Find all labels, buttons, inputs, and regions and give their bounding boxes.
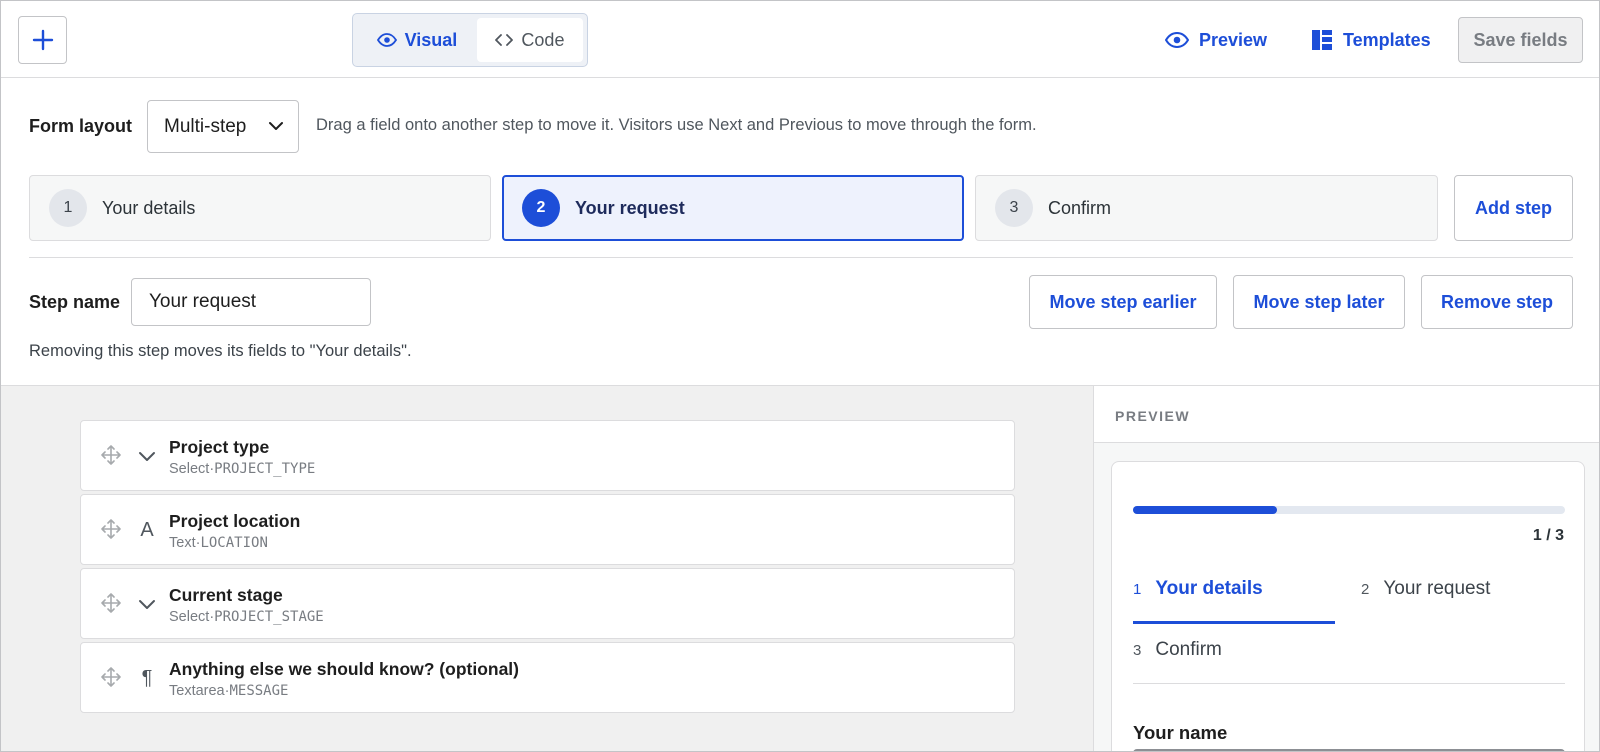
code-mode-button[interactable]: Code — [476, 18, 583, 62]
field-type: Select — [169, 461, 210, 477]
field-type: Textarea — [169, 683, 225, 699]
drag-handle-icon[interactable] — [101, 593, 121, 613]
preview-panel: PREVIEW 1 / 3 1 Your details 2 Your requ… — [1093, 385, 1599, 751]
preview-title: PREVIEW — [1115, 408, 1191, 424]
step-tab-1[interactable]: 1 Your details — [29, 175, 491, 241]
preview-field-label: Your name — [1133, 722, 1228, 743]
remove-step-help: Removing this step moves its fields to "… — [29, 342, 412, 360]
progress-fill — [1133, 506, 1277, 514]
field-meta: Select · PROJECT_TYPE — [169, 461, 315, 477]
preview-tab-label: Confirm — [1155, 639, 1222, 660]
field-name: Project location — [169, 511, 301, 531]
field-key: LOCATION — [200, 535, 268, 551]
field-meta: Select · PROJECT_STAGE — [169, 609, 324, 625]
plus-icon — [32, 29, 53, 51]
active-tab-indicator — [1133, 621, 1335, 624]
preview-tab-number: 3 — [1133, 642, 1142, 659]
field-key: PROJECT_TYPE — [214, 461, 316, 477]
form-layout-value: Multi-step — [164, 115, 247, 137]
step-number: 3 — [995, 189, 1033, 227]
step-label: Your details — [102, 197, 196, 218]
drag-handle-icon[interactable] — [101, 667, 121, 687]
remove-step-button[interactable]: Remove step — [1421, 275, 1573, 329]
divider — [1133, 683, 1565, 684]
visual-mode-button[interactable]: Visual — [357, 18, 477, 62]
paragraph-icon: ¶ — [141, 666, 153, 689]
move-step-earlier-button[interactable]: Move step earlier — [1029, 275, 1217, 329]
field-name: Project type — [169, 437, 270, 457]
chevron-down-icon — [269, 122, 283, 130]
field-type: Select — [169, 609, 210, 625]
form-builder-window: Visual Code Preview Templates Save field… — [0, 0, 1600, 752]
preview-header: PREVIEW — [1094, 386, 1599, 443]
field-card[interactable]: ¶ Anything else we should know? (optiona… — [80, 642, 1015, 713]
add-step-button[interactable]: Add step — [1454, 175, 1573, 241]
preview-tab-your-details[interactable]: 1 Your details — [1133, 578, 1263, 600]
eye-icon — [376, 33, 397, 47]
fields-canvas: Project type Select · PROJECT_TYPE A Pro… — [1, 385, 1093, 751]
form-layout-label: Form layout — [29, 116, 133, 136]
templates-button[interactable]: Templates — [1311, 23, 1431, 57]
field-key: PROJECT_STAGE — [214, 609, 324, 625]
templates-icon — [1312, 30, 1332, 50]
form-layout-help: Drag a field onto another step to move i… — [316, 116, 1037, 134]
step-number: 2 — [522, 189, 560, 227]
mode-switch: Visual Code — [352, 13, 588, 67]
field-type: Text — [169, 535, 196, 551]
divider — [29, 257, 1573, 258]
field-meta: Text · LOCATION — [169, 535, 268, 551]
preview-tab-confirm[interactable]: 3 Confirm — [1133, 639, 1222, 661]
field-card[interactable]: Project type Select · PROJECT_TYPE — [80, 420, 1015, 491]
step-number: 1 — [49, 189, 87, 227]
field-card[interactable]: A Project location Text · LOCATION — [80, 494, 1015, 565]
step-name-label: Step name — [29, 292, 121, 312]
preview-button-label: Preview — [1199, 29, 1268, 50]
chevron-down-icon — [136, 443, 158, 469]
field-card[interactable]: Current stage Select · PROJECT_STAGE — [80, 568, 1015, 639]
preview-form-card: 1 / 3 1 Your details 2 Your request 3 Co… — [1111, 461, 1585, 751]
step-tab-3[interactable]: 3 Confirm — [975, 175, 1438, 241]
chevron-down-icon — [136, 591, 158, 617]
progress-text: 1 / 3 — [1532, 527, 1564, 544]
form-layout-select[interactable]: Multi-step — [147, 100, 299, 153]
step-name-input[interactable]: Your request — [131, 278, 371, 326]
step-label: Confirm — [1048, 197, 1112, 218]
code-icon — [495, 34, 514, 46]
drag-handle-icon[interactable] — [101, 519, 121, 539]
code-mode-label: Code — [521, 29, 565, 50]
preview-button[interactable]: Preview — [1165, 23, 1267, 57]
eye-icon — [1165, 32, 1189, 48]
progress-bar — [1133, 506, 1565, 514]
preview-tab-your-request[interactable]: 2 Your request — [1361, 578, 1490, 600]
field-name: Current stage — [169, 585, 283, 605]
preview-tab-label: Your details — [1155, 578, 1263, 599]
drag-handle-icon[interactable] — [101, 445, 121, 465]
step-tab-2[interactable]: 2 Your request — [502, 175, 964, 241]
preview-tab-label: Your request — [1383, 578, 1491, 599]
text-icon: A — [140, 518, 154, 541]
add-field-button[interactable] — [18, 16, 67, 64]
save-fields-button[interactable]: Save fields — [1458, 17, 1583, 63]
field-meta: Textarea · MESSAGE — [169, 683, 288, 699]
step-label: Your request — [575, 197, 685, 218]
field-key: MESSAGE — [229, 683, 289, 699]
preview-tab-number: 1 — [1133, 581, 1142, 598]
templates-button-label: Templates — [1343, 29, 1431, 50]
visual-mode-label: Visual — [404, 29, 458, 50]
toolbar: Visual Code Preview Templates Save field… — [1, 1, 1599, 78]
preview-tab-number: 2 — [1361, 581, 1370, 598]
field-name: Anything else we should know? (optional) — [169, 659, 519, 679]
move-step-later-button[interactable]: Move step later — [1233, 275, 1405, 329]
